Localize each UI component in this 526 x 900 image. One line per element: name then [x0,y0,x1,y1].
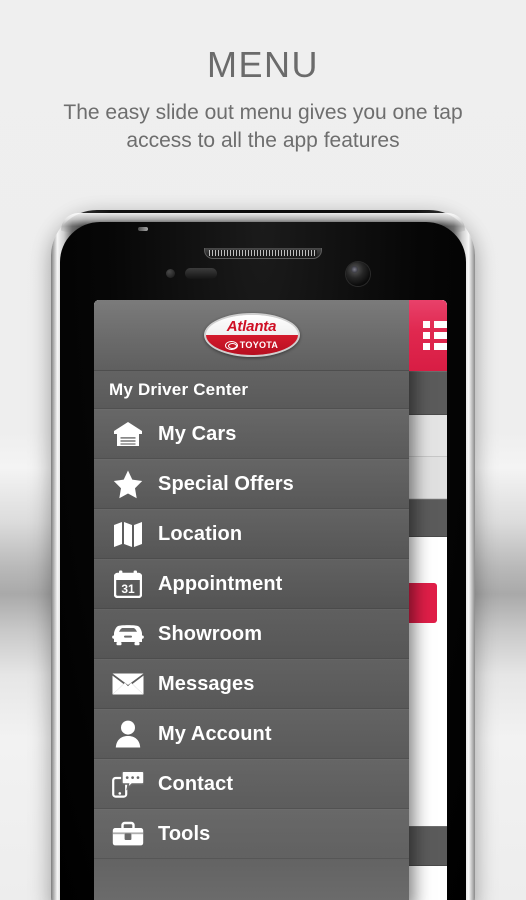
menu-item-label: Location [158,522,243,545]
menu-item-label: Showroom [158,622,263,645]
logo-bottom-half: TOYOTA [205,335,298,355]
slide-out-drawer: Atlanta TOYOTA My Driver Center My Cars … [94,300,447,900]
car-icon [108,618,148,650]
app-header-bar: Atlanta TOYOTA [94,300,447,371]
menu-item-label: My Cars [158,422,237,445]
logo-toyota-text: TOYOTA [239,340,279,350]
map-icon [108,518,148,550]
atlanta-toyota-logo: Atlanta TOYOTA [203,313,300,357]
person-icon [108,718,148,750]
star-icon [108,468,148,500]
page-title: MENU [207,44,319,85]
drawer-empty-area [94,859,409,900]
menu-item-contact[interactable]: Contact [94,759,409,809]
menu-item-label: Appointment [158,572,283,595]
menu-item-label: Messages [158,672,255,695]
menu-item-label: My Account [158,722,272,745]
menu-item-appointment[interactable]: 31 Appointment [94,559,409,609]
logo-top-half: Atlanta [205,315,298,335]
menu-item-messages[interactable]: Messages [94,659,409,709]
drawer-title: My Driver Center [94,371,409,409]
toyota-emblem-icon [224,340,238,350]
phone-chat-icon [108,768,148,800]
envelope-icon [108,668,148,700]
light-sensor-icon [185,268,217,279]
phone-face: Acc Em Log N Atlanta [60,222,466,900]
earpiece-speaker-icon [204,248,322,259]
menu-item-location[interactable]: Location [94,509,409,559]
front-camera-icon [346,262,370,286]
proximity-sensor-icon [166,269,175,278]
svg-text:31: 31 [121,582,135,596]
toolbox-icon [108,818,148,850]
list-menu-icon [423,321,447,350]
menu-item-label: Special Offers [158,472,294,495]
calendar-icon: 31 [108,568,148,600]
menu-item-tools[interactable]: Tools [94,809,409,859]
menu-toggle-button[interactable] [409,300,447,371]
menu-item-my-account[interactable]: My Account [94,709,409,759]
logo-brand-text: Atlanta [226,317,277,335]
menu-item-showroom[interactable]: Showroom [94,609,409,659]
page-subtitle: The easy slide out menu gives you one ta… [63,101,463,153]
menu-item-special-offers[interactable]: Special Offers [94,459,409,509]
menu-item-label: Contact [158,772,234,795]
phone-top-nib [138,227,148,231]
phone-screen: Acc Em Log N Atlanta [94,300,447,900]
menu-item-label: Tools [158,822,211,845]
drawer-menu-list: My Cars Special Offers Location 31 Appoi… [94,409,409,859]
garage-icon [108,418,148,450]
caption-block: MENU The easy slide out menu gives you o… [0,0,526,156]
menu-item-my-cars[interactable]: My Cars [94,409,409,459]
phone-mockup: Acc Em Log N Atlanta [51,210,475,900]
